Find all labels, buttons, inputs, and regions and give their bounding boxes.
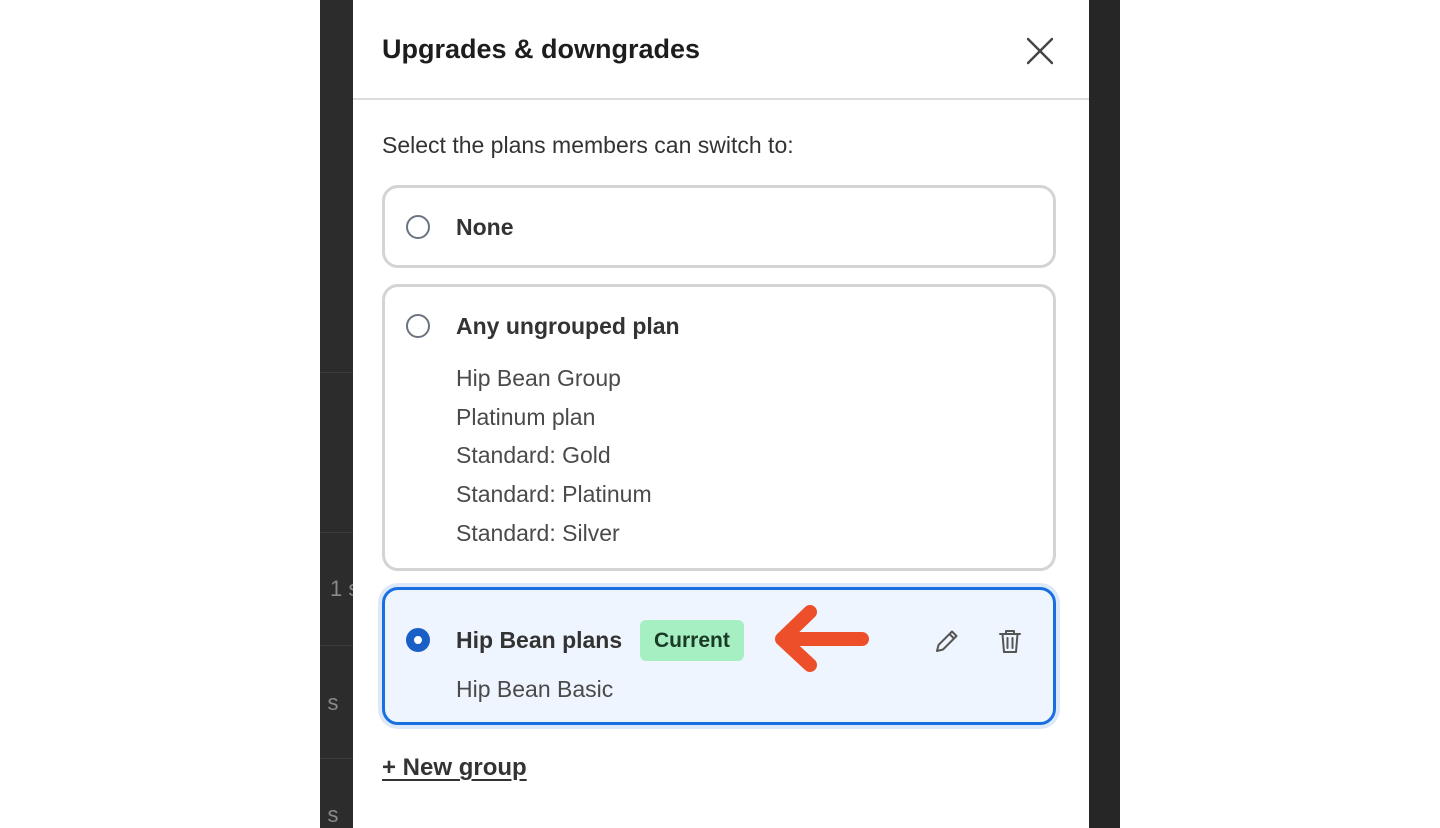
trash-icon <box>999 630 1021 653</box>
background-row-text: ) s <box>320 690 339 715</box>
modal-header: Upgrades & downgrades <box>353 0 1089 100</box>
group-plan-list: Hip Bean Basic <box>456 670 613 709</box>
option-any-ungrouped-plan[interactable]: Any ungrouped plan Hip Bean Group Platin… <box>382 284 1056 571</box>
plan-name: Platinum plan <box>456 403 596 430</box>
new-group-link[interactable]: + New group <box>382 754 527 782</box>
left-arrow-icon <box>775 605 869 672</box>
close-button[interactable] <box>1025 36 1055 66</box>
plan-name: Standard: Silver <box>456 519 620 546</box>
pencil-icon <box>936 630 958 652</box>
background-row-text: ) s <box>320 802 339 827</box>
radio-none[interactable] <box>406 215 430 239</box>
divider <box>320 372 354 373</box>
option-hip-bean-label: Hip Bean plans <box>456 627 623 653</box>
option-none[interactable]: None <box>382 185 1056 268</box>
intro-text: Select the plans members can switch to: <box>382 132 794 158</box>
ungrouped-plan-list: Hip Bean Group Platinum plan Standard: G… <box>456 359 652 552</box>
option-hip-bean-plans[interactable]: Hip Bean plans Current Hip Bean Basic <box>382 587 1056 725</box>
current-badge: Current <box>640 620 744 661</box>
delete-group-button[interactable] <box>995 626 1025 656</box>
divider <box>320 532 354 533</box>
close-icon <box>1026 37 1054 65</box>
upgrades-downgrades-modal: Upgrades & downgrades Select the plans m… <box>353 0 1089 828</box>
modal-title: Upgrades & downgrades <box>382 34 701 64</box>
option-any-ungrouped-label: Any ungrouped plan <box>456 313 680 339</box>
option-none-label: None <box>456 214 514 240</box>
divider <box>320 645 354 646</box>
plan-name: Hip Bean Basic <box>456 676 614 702</box>
radio-hip-bean-plans[interactable] <box>406 628 430 652</box>
background-page-edge: 1 s ) s ) s <box>320 0 354 828</box>
background-row-text: 1 s <box>330 576 354 601</box>
plan-name: Standard: Gold <box>456 442 611 469</box>
plan-name: Hip Bean Group <box>456 365 621 391</box>
plan-name: Standard: Platinum <box>456 481 652 508</box>
radio-any-ungrouped-plan[interactable] <box>406 314 430 338</box>
divider <box>320 758 354 759</box>
edit-group-button[interactable] <box>932 626 962 656</box>
